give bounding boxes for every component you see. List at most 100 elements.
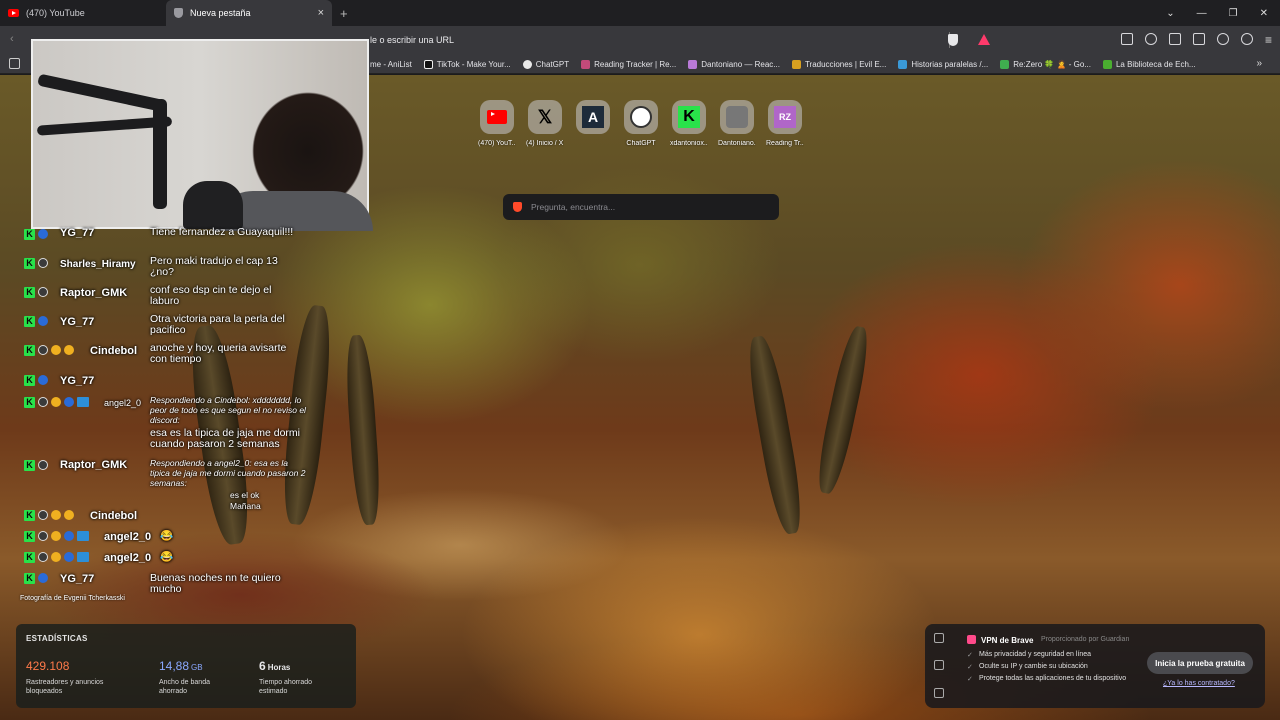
tab-new-tab[interactable]: Nueva pestaña × (166, 0, 332, 26)
restore-button[interactable]: ❐ (1229, 8, 1238, 19)
chat-username: angel2_0 (104, 531, 152, 543)
chatgpt-icon (522, 59, 532, 69)
shortcut-tile[interactable]: A (574, 100, 612, 147)
toolbar-icons: ≡ (1120, 33, 1272, 47)
chat-username: Cindebol (90, 510, 138, 522)
gift-badge-icon (64, 510, 74, 520)
shortcut-icon-wrap: K (672, 100, 706, 134)
chat-username: YG_77 (60, 375, 95, 387)
chat-emote: 😂 (160, 530, 174, 542)
user-badge-icon (38, 345, 48, 355)
shortcut-tile[interactable]: RZ Reading Tr... (766, 100, 804, 147)
chat-reply-quote: Respondiendo a angel2_0: esa es la tipic… (150, 458, 306, 488)
vpn-feature: Protege todas las aplicaciones de tu dis… (967, 675, 1126, 683)
kick-badge-icon: K (24, 258, 35, 269)
menu-icon[interactable]: ≡ (1265, 33, 1272, 47)
chat-username: YG_77 (60, 227, 95, 239)
shortcut-icon-wrap: 𝕏 (528, 100, 562, 134)
mic-arm (37, 73, 167, 113)
leo-icon[interactable] (1216, 33, 1229, 45)
bookmark-item[interactable]: Traducciones | Evil E... (791, 59, 886, 69)
drive-icon (1000, 59, 1010, 69)
shortcut-tile[interactable]: (470) YouT... (478, 100, 516, 147)
chat-text: Otra victoria para la perla del pacifico (150, 313, 285, 336)
user-badge-icon (38, 510, 48, 520)
bookmark-item[interactable]: Historias paralelas /... (898, 59, 988, 69)
shortcut-icon-wrap (624, 100, 658, 134)
photo-credit[interactable]: Fotografía de Evgenii Tcherkasski (20, 595, 125, 602)
reading-tracker-icon (581, 59, 591, 69)
vpn-icon[interactable] (1240, 33, 1253, 45)
mic-arm (36, 116, 173, 136)
bookmark-item[interactable]: Dantoniano — Reac... (688, 59, 780, 69)
media-icon[interactable] (1144, 33, 1157, 45)
brave-shields-icon[interactable] (948, 34, 958, 46)
emote-badge-icon (77, 552, 89, 562)
shortcut-tile[interactable]: ChatGPT (622, 100, 660, 147)
tab-youtube[interactable]: (470) YouTube (0, 0, 166, 26)
close-tab-button[interactable]: × (318, 7, 324, 19)
brave-rewards-icon[interactable] (978, 34, 990, 45)
chat-reply-quote: Respondiendo a Cindebol: xddddddd, lo pe… (150, 395, 306, 425)
wallet-icon[interactable] (1192, 33, 1205, 45)
emote-badge-icon (77, 531, 89, 541)
apps-grid-icon[interactable] (9, 58, 20, 69)
shortcut-label: xdantoniox... (670, 140, 708, 147)
bookmark-item[interactable]: me - AniList (370, 60, 412, 69)
user-badge-icon (38, 397, 48, 407)
vpn-already-purchased-link[interactable]: ¿Ya lo has contratado? (1163, 680, 1235, 687)
window-controls: ⌄ — ❐ ✕ (1166, 8, 1280, 19)
chat-username: Raptor_GMK (60, 459, 128, 471)
shortcut-tile[interactable]: K xdantoniox... (670, 100, 708, 147)
vpn-trial-button[interactable]: Inicia la prueba gratuita (1147, 652, 1253, 674)
vpn-feature: Oculte su IP y cambie su ubicación (967, 663, 1126, 671)
vpn-shield-icon[interactable] (934, 633, 944, 643)
chat-text: Tiene fernandez a Guayaquil!!! (150, 226, 294, 238)
shortcut-tile[interactable]: 𝕏 (4) Inicio / X Home - Ani... (526, 100, 564, 147)
chat-text: Pero maki tradujo el cap 13 ¿no? (150, 255, 278, 278)
tab-label: (470) YouTube (26, 8, 85, 18)
tab-search-icon[interactable]: ⌄ (1166, 8, 1174, 19)
bookmark-item[interactable]: Re:Zero 🍀 🙎 - Go... (1000, 59, 1091, 69)
sub-badge-icon (51, 552, 61, 562)
stat-value: 14,88 (159, 659, 190, 673)
bookmark-item[interactable]: Reading Tracker | Re... (581, 59, 676, 69)
warning-icon[interactable] (934, 660, 944, 670)
chat-username: Cindebol (90, 345, 138, 357)
address-bar[interactable]: le o escribir una URL (358, 30, 996, 50)
tiktok-icon (423, 59, 433, 69)
vpn-title: VPN de Brave (981, 636, 1034, 645)
bookmark-item[interactable]: ChatGPT (522, 59, 569, 69)
stat-bandwidth: 14,88 GB Ancho de banda ahorrado (159, 657, 239, 696)
sub-badge-icon (51, 345, 61, 355)
kick-badge-icon: K (24, 316, 35, 327)
chat-username: Sharles_Hiramy (60, 259, 136, 270)
chat-text: Buenas noches nn te quiero mucho (150, 572, 281, 595)
chat-username: Raptor_GMK (60, 287, 128, 299)
kick-badge-icon: K (24, 510, 35, 521)
globe-badge-icon (64, 397, 74, 407)
close-window-button[interactable]: ✕ (1260, 8, 1268, 19)
bookmarks-list: me - AniList TikTok - Make Your... ChatG… (370, 54, 1208, 74)
chat-text: conf eso dsp cin te dejo el laburo (150, 284, 272, 307)
emote-badge-icon (77, 397, 89, 407)
news-icon[interactable] (934, 688, 944, 698)
bookmark-item[interactable]: TikTok - Make Your... (423, 59, 511, 69)
search-input[interactable]: Pregunta, encuentra... (503, 194, 779, 220)
tree-trunk (343, 334, 383, 526)
user-badge-icon (38, 552, 48, 562)
stat-trackers: 429.108 Rastreadores y anuncios bloquead… (26, 657, 126, 696)
tab-strip: (470) YouTube Nueva pestaña × + ⌄ — ❐ ✕ (0, 0, 1280, 26)
bookmark-item[interactable]: La Biblioteca de Ech... (1102, 59, 1196, 69)
new-tab-button[interactable]: + (332, 6, 356, 21)
minimize-button[interactable]: — (1197, 8, 1207, 19)
tab-label: Nueva pestaña (190, 8, 251, 18)
extensions-icon[interactable] (1120, 33, 1133, 45)
sidebar-icon[interactable] (1168, 33, 1181, 45)
globe-badge-icon (38, 375, 48, 385)
shortcut-tile[interactable]: Dantoniano... (718, 100, 756, 147)
back-icon[interactable]: ‹ (10, 33, 14, 45)
shortcut-label: (4) Inicio / X Home - Ani... (526, 140, 564, 147)
stat-value: 429.108 (26, 659, 70, 673)
more-bookmarks-icon[interactable]: » (1256, 58, 1262, 69)
